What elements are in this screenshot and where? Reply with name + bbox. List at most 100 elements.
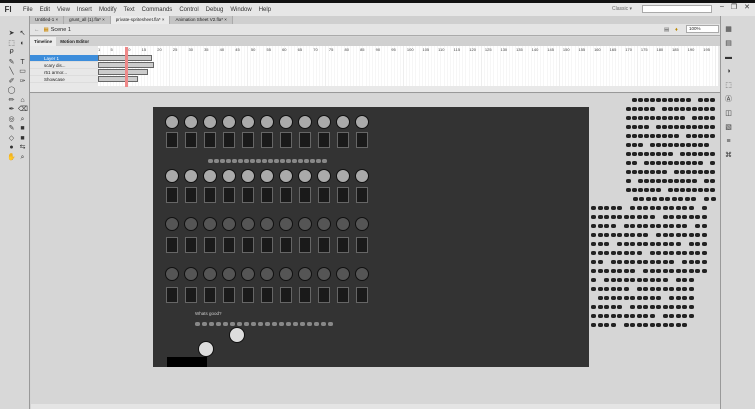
layer-row[interactable]: Showcase: [30, 76, 98, 83]
menu-control[interactable]: Control: [179, 7, 198, 13]
tool-icon[interactable]: ⬚: [7, 40, 16, 48]
tool-icon[interactable]: ◇: [7, 135, 16, 143]
panel-icon[interactable]: ◫: [724, 110, 733, 118]
tool-icon[interactable]: ✏: [7, 97, 16, 105]
tool-icon[interactable]: ✎: [7, 59, 16, 67]
layer-row[interactable]: Layer 1: [30, 55, 98, 62]
sprite-body: [204, 287, 216, 303]
sprite-body: [242, 187, 254, 203]
loose-sprite-part: [630, 305, 635, 309]
frame-number: 150: [562, 47, 570, 52]
zoom-select[interactable]: 100%: [686, 25, 719, 33]
workspace-switcher[interactable]: Classic ▾: [612, 6, 632, 12]
loose-sprite-part: [688, 260, 694, 264]
restore-button[interactable]: ❐: [728, 3, 740, 14]
panel-icon[interactable]: ◑: [724, 68, 733, 76]
frame-number: 185: [672, 47, 679, 52]
tool-icon[interactable]: ⌕: [18, 116, 27, 124]
tool-icon[interactable]: ✎: [7, 125, 16, 133]
tab-timeline[interactable]: Timeline: [30, 37, 57, 46]
tool-icon[interactable]: ◎: [7, 116, 16, 124]
panel-icon[interactable]: ⬚: [724, 82, 733, 90]
tool-icon[interactable]: ●: [7, 144, 16, 152]
panel-icon[interactable]: Ⓐ: [724, 96, 733, 104]
tool-icon[interactable]: ╲: [7, 68, 16, 76]
close-button[interactable]: ✕: [741, 3, 753, 14]
document-tab[interactable]: Untitled-1 ×: [30, 16, 65, 24]
loose-sprite-part: [710, 197, 716, 201]
loose-sprite-part: [649, 215, 655, 219]
panel-icon[interactable]: ▬: [724, 54, 733, 62]
sprite-head: [298, 217, 312, 231]
menu-edit[interactable]: Edit: [40, 7, 50, 13]
loose-sprite-part: [701, 233, 707, 237]
menu-window[interactable]: Window: [230, 7, 251, 13]
keyframes[interactable]: [98, 69, 148, 75]
loose-sprite-part: [638, 152, 643, 156]
sprite-body: [185, 187, 197, 203]
menu-help[interactable]: Help: [259, 7, 271, 13]
document-tab[interactable]: Animation Sheet V2.fla* ×: [170, 16, 233, 24]
horizontal-scrollbar[interactable]: [31, 404, 720, 409]
sprite-body: [318, 287, 330, 303]
menu-modify[interactable]: Modify: [99, 7, 117, 13]
tool-icon[interactable]: ✐: [7, 78, 16, 86]
tool-icon[interactable]: ■: [18, 125, 27, 133]
frame-number: 20: [157, 47, 162, 52]
tool-icon[interactable]: ✋: [7, 154, 16, 162]
panel-icon[interactable]: ≡: [724, 138, 733, 146]
frame-number: 25: [172, 47, 178, 52]
tool-icon[interactable]: ↖: [18, 30, 27, 38]
tool-icon[interactable]: ◐: [18, 40, 27, 48]
document-tab[interactable]: private-spritesheet.fla* ×: [110, 16, 171, 24]
document-tab[interactable]: grunt_all (1).fla* ×: [64, 16, 111, 24]
panel-icon[interactable]: ▤: [724, 40, 733, 48]
tool-icon[interactable]: ➤: [7, 30, 16, 38]
tool-icon[interactable]: ⌂: [18, 97, 27, 105]
sprite-head: [336, 217, 350, 231]
frame-grid[interactable]: 1 5 10 15 20 25 30 35 40 45 50 55 60 65 70 75 80 85 90 95 10…: [98, 46, 718, 86]
panel-icon[interactable]: ▦: [724, 26, 733, 34]
loose-sprite-part: [675, 269, 681, 273]
tool-icon[interactable]: ✑: [18, 78, 27, 86]
tool-icon[interactable]: ⌫: [18, 106, 28, 114]
menu-text[interactable]: Text: [124, 7, 135, 13]
panel-icon[interactable]: ▧: [724, 124, 733, 132]
loose-sprite-part: [650, 143, 655, 147]
tool-icon[interactable]: ▭: [18, 68, 27, 76]
stage[interactable]: Whats good?: [153, 107, 589, 367]
tool-icon[interactable]: ᑭ: [7, 49, 16, 57]
sprite-body: [185, 237, 197, 253]
playhead[interactable]: [125, 47, 129, 87]
loose-sprite-part: [674, 188, 679, 192]
minimize-button[interactable]: –: [716, 3, 728, 14]
sprite-head: [355, 267, 369, 281]
menu-view[interactable]: View: [57, 7, 70, 13]
tool-icon[interactable]: ⇆: [18, 144, 27, 152]
keyframes[interactable]: [98, 76, 138, 82]
menu-debug[interactable]: Debug: [206, 7, 224, 13]
tool-icon[interactable]: ■: [18, 135, 27, 143]
layer-row[interactable]: r51 armor...: [30, 69, 98, 76]
loose-sprite-part: [656, 233, 661, 237]
sprite-part: [230, 322, 235, 326]
loose-sprite-part: [617, 305, 622, 309]
menu-insert[interactable]: Insert: [77, 7, 92, 13]
back-button[interactable]: ←: [34, 27, 40, 33]
scene-label[interactable]: Scene 1: [51, 27, 71, 33]
menu-commands[interactable]: Commands: [142, 7, 173, 13]
tab-motion-editor[interactable]: Motion Editor: [56, 37, 93, 46]
tool-icon[interactable]: T: [18, 59, 27, 67]
loose-sprite-part: [643, 296, 648, 300]
tool-icon[interactable]: ◯: [7, 87, 16, 95]
loose-sprite-part: [656, 305, 661, 309]
loose-sprite-part: [630, 314, 635, 318]
edit-scene-icon[interactable]: ♦: [675, 27, 678, 33]
edit-symbols-icon[interactable]: ▤: [664, 27, 669, 33]
layer-row[interactable]: scary dis...: [30, 62, 98, 69]
tool-icon[interactable]: ✒: [7, 106, 16, 114]
panel-icon[interactable]: ⌘: [724, 152, 733, 160]
help-search-input[interactable]: [642, 5, 712, 13]
menu-file[interactable]: File: [23, 7, 33, 13]
tool-icon[interactable]: ⌕: [18, 154, 27, 162]
